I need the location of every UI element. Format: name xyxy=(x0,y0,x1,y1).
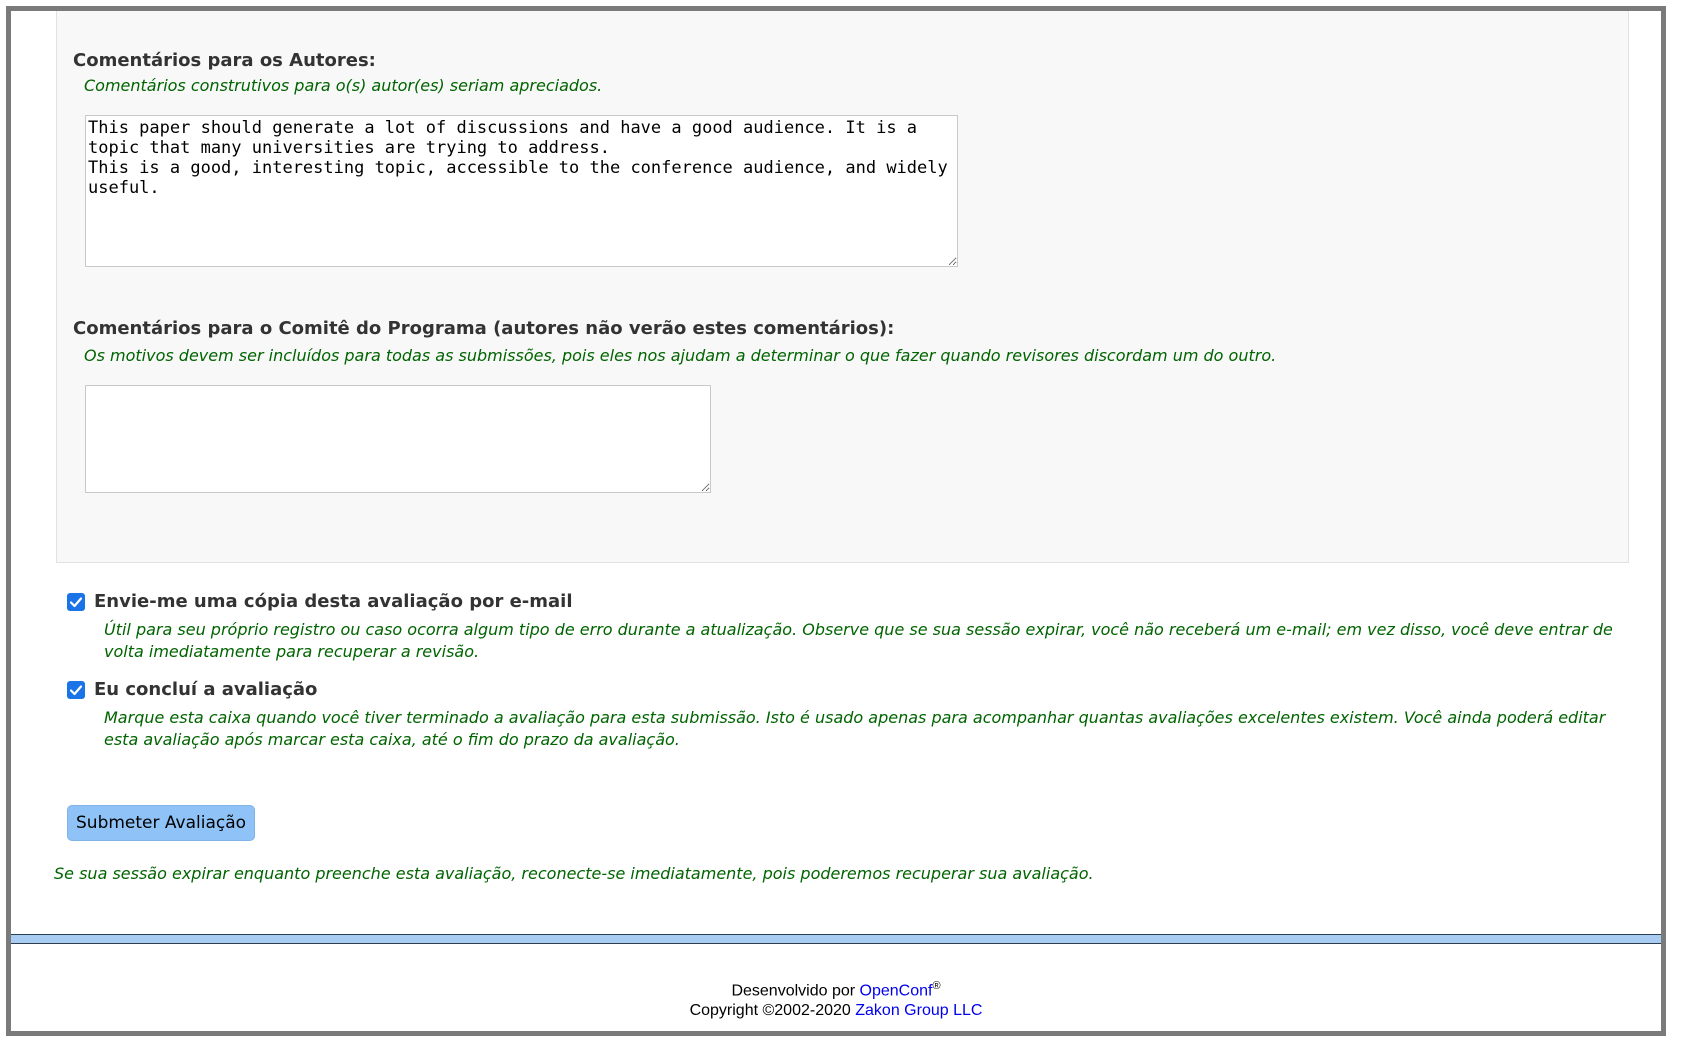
registered-mark: ® xyxy=(932,980,941,992)
footer-copyright-line: Copyright ©2002-2020 Zakon Group LLC xyxy=(11,1001,1661,1021)
checkmark-icon xyxy=(69,685,83,696)
authors-comments-textarea[interactable] xyxy=(85,115,958,267)
developed-by-text: Desenvolvido por xyxy=(731,982,856,1000)
footer-developed-line: Desenvolvido por OpenConf® xyxy=(11,976,1661,1001)
copyright-text: Copyright ©2002-2020 xyxy=(689,1002,851,1020)
checkmark-icon xyxy=(69,597,83,608)
footer-divider xyxy=(11,934,1661,944)
submit-review-button[interactable]: Submeter Avaliação xyxy=(67,805,256,841)
openconf-link[interactable]: OpenConf xyxy=(860,982,933,999)
email-copy-hint: Útil para seu próprio registro ou caso o… xyxy=(104,620,1613,661)
email-copy-label[interactable]: Envie-me uma cópia desta avaliação por e… xyxy=(94,591,573,612)
authors-comments-hint: Comentários construtivos para o(s) autor… xyxy=(84,76,603,95)
session-expire-hint: Se sua sessão expirar enquanto preenche … xyxy=(54,864,1094,883)
committee-comments-label: Comentários para o Comitê do Programa (a… xyxy=(73,318,895,339)
completed-hint: Marque esta caixa quando você tiver term… xyxy=(104,708,1606,749)
committee-comments-textarea[interactable] xyxy=(85,385,711,493)
email-copy-checkbox[interactable] xyxy=(67,593,85,611)
completed-label[interactable]: Eu concluí a avaliação xyxy=(94,679,317,700)
committee-comments-hint: Os motivos devem ser incluídos para toda… xyxy=(84,346,1277,365)
browser-frame: Comentários para os Autores: Comentários… xyxy=(6,6,1666,1036)
footer: Desenvolvido por OpenConf® Copyright ©20… xyxy=(11,976,1661,1021)
authors-comments-label: Comentários para os Autores: xyxy=(73,50,376,71)
review-form-panel: Comentários para os Autores: Comentários… xyxy=(56,11,1629,563)
completed-checkbox[interactable] xyxy=(67,681,85,699)
zakon-group-link[interactable]: Zakon Group LLC xyxy=(855,1002,982,1019)
